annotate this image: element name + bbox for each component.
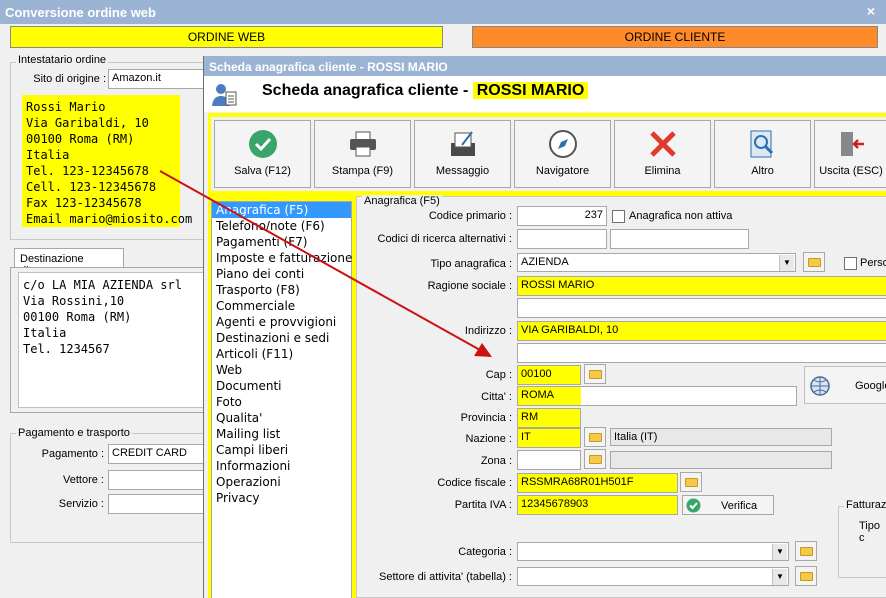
annotation-arrow	[159, 170, 492, 357]
